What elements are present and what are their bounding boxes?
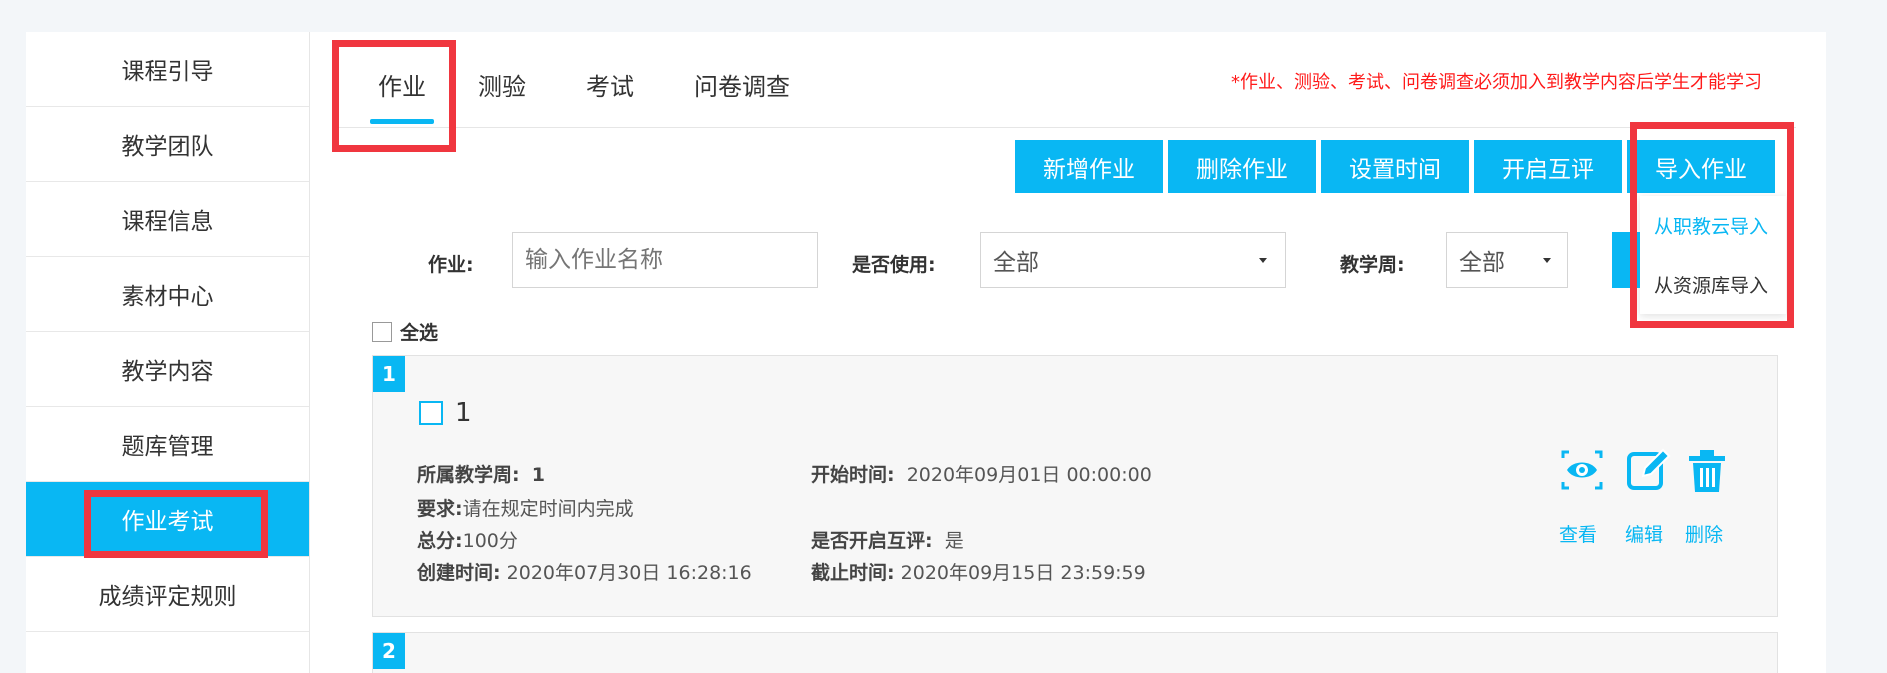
deadline-label: 截止时间: xyxy=(811,562,895,584)
search-button[interactable] xyxy=(1612,232,1640,288)
card-index-badge: 2 xyxy=(373,633,405,669)
week-value: 1 xyxy=(531,464,545,486)
requirement-label: 要求: xyxy=(417,498,463,520)
sidebar-item-grading-rules[interactable]: 成绩评定规则 xyxy=(26,557,309,632)
edit-icon[interactable] xyxy=(1625,448,1673,492)
homework-filter-label: 作业: xyxy=(428,254,474,276)
card-checkbox[interactable] xyxy=(419,401,443,425)
edit-link[interactable]: 编辑 xyxy=(1625,520,1663,547)
sidebar-item-label: 教学团队 xyxy=(121,134,214,160)
sidebar-item-course-guide[interactable]: 课程引导 xyxy=(26,32,309,107)
created-label: 创建时间: xyxy=(417,562,501,584)
select-all-checkbox[interactable] xyxy=(372,321,392,342)
import-from-zjy-option[interactable]: 从职教云导入 xyxy=(1640,196,1786,255)
requirement-value: 请在规定时间内完成 xyxy=(462,498,634,520)
trash-icon[interactable] xyxy=(1687,448,1727,494)
tab-exam[interactable]: 考试 xyxy=(586,40,634,128)
card-peer-review: 是否开启互评: 是 xyxy=(811,526,964,553)
import-from-library-option[interactable]: 从资源库导入 xyxy=(1640,255,1786,314)
sidebar-item-homework-exam[interactable]: 作业考试 xyxy=(26,482,309,557)
card-deadline: 截止时间: 2020年09月15日 23:59:59 xyxy=(811,558,1146,585)
peer-review-button[interactable]: 开启互评 xyxy=(1474,140,1622,193)
delete-homework-button[interactable]: 删除作业 xyxy=(1168,140,1316,193)
eye-icon[interactable] xyxy=(1559,448,1605,492)
week-select[interactable]: 全部 xyxy=(1446,232,1568,288)
card-created: 创建时间: 2020年07月30日 16:28:16 xyxy=(417,558,752,585)
tab-label: 问卷调查 xyxy=(694,72,790,101)
sidebar-item-label: 课程引导 xyxy=(121,59,214,85)
notice-text: *作业、测验、考试、问卷调查必须加入到教学内容后学生才能学习 xyxy=(1231,72,1762,93)
sidebar-item-label: 题库管理 xyxy=(121,434,214,460)
sidebar-item-teaching-team[interactable]: 教学团队 xyxy=(26,107,309,182)
sidebar-item-question-bank[interactable]: 题库管理 xyxy=(26,407,309,482)
sidebar-item-label: 素材中心 xyxy=(121,284,214,310)
sidebar-item-course-info[interactable]: 课程信息 xyxy=(26,182,309,257)
tab-quiz[interactable]: 测验 xyxy=(478,40,526,128)
set-time-button[interactable]: 设置时间 xyxy=(1321,140,1469,193)
chevron-down-icon xyxy=(1259,258,1267,263)
tab-label: 作业 xyxy=(378,72,426,101)
used-filter-label: 是否使用: xyxy=(852,254,936,276)
score-value: 100分 xyxy=(462,530,518,552)
select-all-label: 全选 xyxy=(400,322,439,344)
sidebar-item-label: 作业考试 xyxy=(121,509,214,535)
peer-value: 是 xyxy=(944,530,964,552)
tab-bar: 作业 测验 考试 问卷调查 *作业、测验、考试、问卷调查必须加入到教学内容后学生… xyxy=(336,40,1796,128)
card-index-badge: 1 xyxy=(373,356,405,392)
tab-homework[interactable]: 作业 xyxy=(370,40,434,128)
tab-survey[interactable]: 问卷调查 xyxy=(694,40,790,128)
tab-label: 测验 xyxy=(478,72,526,101)
sidebar-item-label: 教学内容 xyxy=(121,359,214,385)
view-link[interactable]: 查看 xyxy=(1559,520,1597,547)
homework-name-input[interactable] xyxy=(512,232,818,288)
card-week: 所属教学周: 1 xyxy=(417,460,545,487)
homework-card: 2 xyxy=(372,632,1778,673)
import-homework-button[interactable]: 导入作业 xyxy=(1627,140,1775,193)
week-label: 所属教学周: xyxy=(417,464,520,486)
sidebar: 课程引导 教学团队 课程信息 素材中心 教学内容 题库管理 作业考试 成绩评定规… xyxy=(26,32,310,673)
start-label: 开始时间: xyxy=(811,464,895,486)
card-requirement: 要求:请在规定时间内完成 xyxy=(417,494,634,521)
card-start-time: 开始时间: 2020年09月01日 00:00:00 xyxy=(811,460,1152,487)
card-title-text: 1 xyxy=(455,398,472,428)
used-select[interactable]: 全部 xyxy=(980,232,1286,288)
score-label: 总分: xyxy=(417,530,463,552)
peer-label: 是否开启互评: xyxy=(811,530,933,552)
card-title: 1 xyxy=(419,398,472,428)
tab-label: 考试 xyxy=(586,72,634,101)
start-value: 2020年09月01日 00:00:00 xyxy=(906,464,1152,486)
delete-link[interactable]: 删除 xyxy=(1685,520,1723,547)
deadline-value: 2020年09月15日 23:59:59 xyxy=(900,562,1146,584)
select-all[interactable]: 全选 xyxy=(372,318,438,345)
homework-card: 1 1 所属教学周: 1 要求:请在规定时间内完成 总分:100分 创建时间: … xyxy=(372,355,1778,617)
sidebar-item-teaching-content[interactable]: 教学内容 xyxy=(26,332,309,407)
week-select-value: 全部 xyxy=(1459,250,1505,276)
chevron-down-icon xyxy=(1543,258,1551,263)
sidebar-item-label: 课程信息 xyxy=(121,209,214,235)
import-dropdown-menu: 从职教云导入 从资源库导入 xyxy=(1640,196,1786,314)
add-homework-button[interactable]: 新增作业 xyxy=(1015,140,1163,193)
sidebar-item-label: 成绩评定规则 xyxy=(98,584,237,610)
created-value: 2020年07月30日 16:28:16 xyxy=(506,562,752,584)
sidebar-item-material-center[interactable]: 素材中心 xyxy=(26,257,309,332)
used-select-value: 全部 xyxy=(993,250,1039,276)
week-filter-label: 教学周: xyxy=(1340,254,1405,276)
card-score: 总分:100分 xyxy=(417,526,518,553)
